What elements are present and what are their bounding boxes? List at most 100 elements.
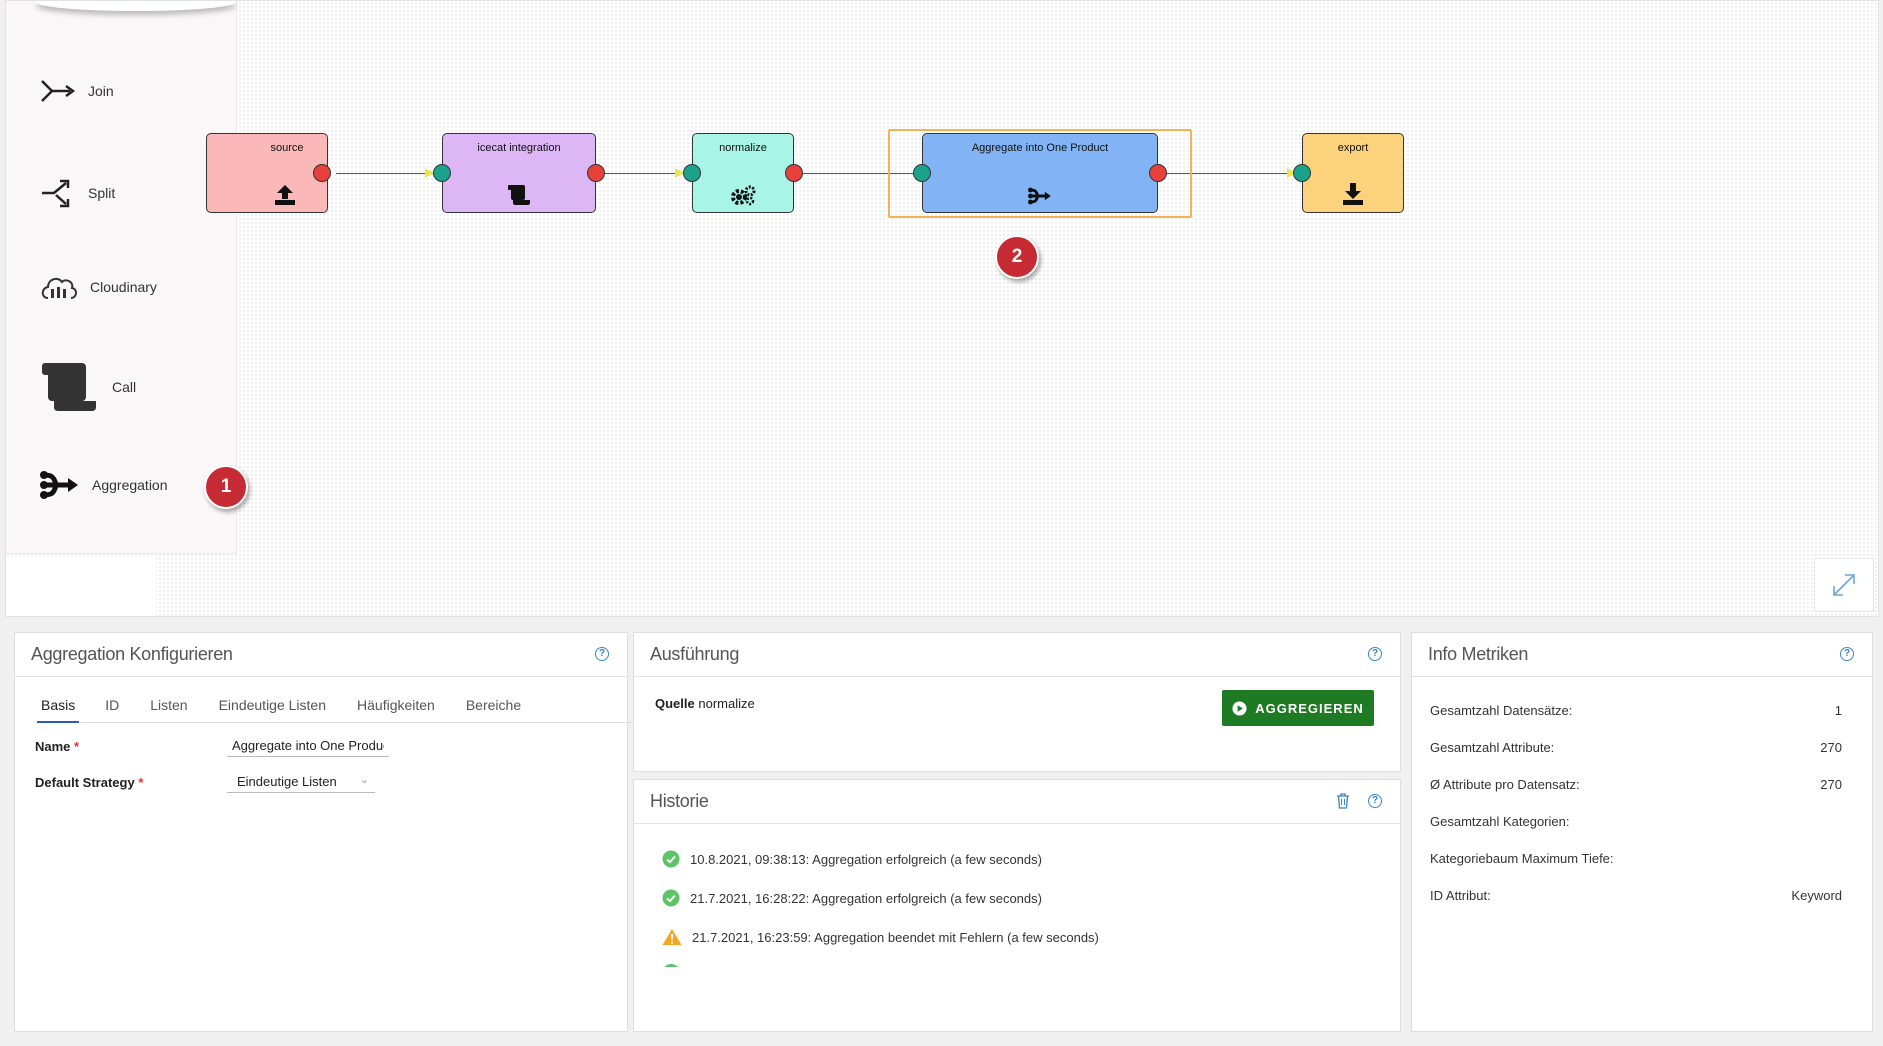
- strategy-label-text: Default Strategy: [35, 774, 135, 790]
- metric-label: Gesamtzahl Kategorien:: [1430, 814, 1570, 829]
- panel-title: Info Metriken: [1428, 644, 1529, 664]
- help-icon[interactable]: ?: [1368, 794, 1382, 808]
- source-value: normalize: [698, 696, 755, 711]
- node-label: normalize: [719, 142, 767, 154]
- history-item: 21.7.2021, 16:23:59: Aggregation beendet…: [662, 928, 1099, 946]
- metric-value: 1: [1834, 703, 1842, 718]
- tab-haeufigkeiten[interactable]: Häufigkeiten: [357, 689, 435, 722]
- node-source[interactable]: source: [206, 133, 328, 213]
- metric-row: ID Attribut: Keyword: [1430, 888, 1842, 903]
- default-strategy-select[interactable]: Eindeutige Listen ⌄: [227, 771, 375, 793]
- node-aggregate-into-one-product[interactable]: Aggregate into One Product: [922, 133, 1158, 213]
- history-text: 21.7.2021, 16:23:59: Aggregation beendet…: [692, 929, 1099, 945]
- palette-item-label: Join: [88, 83, 114, 99]
- help-icon[interactable]: ?: [1840, 647, 1854, 661]
- strategy-label: Default Strategy *: [35, 775, 227, 790]
- workflow-editor[interactable]: Join Split Cloudinary Call Aggregation 1…: [5, 0, 1879, 617]
- split-icon: [42, 179, 70, 208]
- metric-label: ID Attribut:: [1430, 888, 1491, 903]
- editor-footer-strip: [6, 557, 156, 616]
- node-label: Aggregate into One Product: [971, 142, 1109, 154]
- node-icecat-integration[interactable]: icecat integration: [442, 133, 596, 213]
- palette-scroll-shadow: [36, 1, 236, 11]
- step-badge-2: 2: [995, 235, 1039, 279]
- history-item: 10.8.2021, 09:38:13: Aggregation erfolgr…: [662, 850, 1042, 868]
- help-icon[interactable]: ?: [1368, 647, 1382, 661]
- input-port[interactable]: [433, 164, 451, 182]
- tab-listen[interactable]: Listen: [150, 689, 187, 722]
- execution-panel: Ausführung ? Quelle normalize AGGREGIERE…: [633, 632, 1401, 772]
- tab-eindeutige-listen[interactable]: Eindeutige Listen: [219, 689, 326, 722]
- output-port[interactable]: [313, 164, 331, 182]
- metric-row: Ø Attribute pro Datensatz: 270: [1430, 777, 1842, 792]
- palette-item-join[interactable]: Join: [40, 77, 114, 105]
- panel-header: Ausführung ?: [634, 633, 1400, 677]
- required-marker: *: [74, 738, 80, 754]
- metric-row: Gesamtzahl Attribute: 270: [1430, 740, 1842, 755]
- source-info: Quelle normalize: [655, 696, 755, 711]
- panel-header: Info Metriken ?: [1412, 633, 1872, 677]
- chevron-down-icon: ⌄: [359, 774, 369, 786]
- name-label: Name *: [35, 739, 227, 754]
- output-port[interactable]: [785, 164, 803, 182]
- history-text: 10.8.2021, 09:38:13: Aggregation erfolgr…: [690, 851, 1042, 867]
- warning-icon: [662, 929, 682, 945]
- scroll-icon: [42, 363, 96, 411]
- select-value: Eindeutige Listen: [237, 774, 337, 789]
- output-port[interactable]: [587, 164, 605, 182]
- step-badge-1: 1: [204, 465, 248, 509]
- palette-item-label: Split: [88, 185, 116, 201]
- history-item: 21.7.2021, 16:28:22: Aggregation erfolgr…: [662, 889, 1042, 907]
- palette-item-split[interactable]: Split: [40, 177, 115, 209]
- panel-header: Historie ?: [634, 780, 1400, 824]
- panel-title: Aggregation Konfigurieren: [31, 644, 233, 664]
- output-port[interactable]: [1149, 164, 1167, 182]
- name-input[interactable]: [227, 735, 389, 757]
- metric-label: Gesamtzahl Attribute:: [1430, 740, 1555, 755]
- input-port[interactable]: [913, 164, 931, 182]
- palette-item-label: Cloudinary: [90, 279, 157, 295]
- history-item-clipped: [662, 964, 680, 967]
- panel-header: Aggregation Konfigurieren ?: [15, 633, 627, 677]
- expand-icon: [1833, 574, 1855, 596]
- join-icon: [41, 80, 76, 102]
- history-text: 21.7.2021, 16:28:22: Aggregation erfolgr…: [690, 890, 1042, 906]
- metric-value: 270: [1820, 777, 1842, 792]
- play-icon: [1232, 700, 1247, 716]
- node-label: export: [1337, 142, 1369, 154]
- metric-label: Kategoriebaum Maximum Tiefe:: [1430, 851, 1614, 866]
- cloud-icon: [41, 277, 77, 299]
- name-label-text: Name: [35, 738, 71, 754]
- metric-row: Gesamtzahl Datensätze: 1: [1430, 703, 1842, 718]
- download-icon: [1343, 183, 1363, 205]
- node-normalize[interactable]: normalize: [692, 133, 794, 213]
- input-port[interactable]: [1293, 164, 1311, 182]
- aggregieren-button[interactable]: AGGREGIEREN: [1222, 690, 1374, 726]
- tab-id[interactable]: ID: [105, 689, 119, 722]
- button-label: AGGREGIEREN: [1255, 700, 1364, 716]
- metric-label: Gesamtzahl Datensätze:: [1430, 703, 1573, 718]
- aggregation-config-panel: Aggregation Konfigurieren ? Basis ID Lis…: [14, 632, 637, 1032]
- panel-title: Ausführung: [650, 644, 740, 664]
- strategy-row: Default Strategy * Eindeutige Listen ⌄: [35, 771, 375, 793]
- source-label: Quelle: [655, 696, 695, 711]
- palette-item-cloudinary[interactable]: Cloudinary: [40, 274, 157, 300]
- metric-value: Keyword: [1791, 888, 1842, 903]
- node-export[interactable]: export: [1302, 133, 1404, 213]
- tab-basis[interactable]: Basis: [37, 689, 80, 723]
- help-icon[interactable]: ?: [595, 647, 609, 661]
- gears-icon: [731, 185, 756, 206]
- aggregation-icon: [40, 471, 78, 499]
- input-port[interactable]: [683, 164, 701, 182]
- trash-icon[interactable]: [1336, 793, 1350, 809]
- check-circle-icon: [662, 850, 680, 868]
- upload-icon: [275, 185, 295, 205]
- metric-value: 270: [1820, 740, 1842, 755]
- metric-label: Ø Attribute pro Datensatz:: [1430, 777, 1580, 792]
- tab-bereiche[interactable]: Bereiche: [466, 689, 521, 722]
- config-tabs: Basis ID Listen Eindeutige Listen Häufig…: [37, 689, 637, 723]
- fullscreen-button[interactable]: [1814, 558, 1874, 612]
- palette-item-aggregation[interactable]: Aggregation: [40, 469, 168, 501]
- palette-item-call[interactable]: Call: [40, 361, 136, 413]
- check-circle-icon: [662, 889, 680, 907]
